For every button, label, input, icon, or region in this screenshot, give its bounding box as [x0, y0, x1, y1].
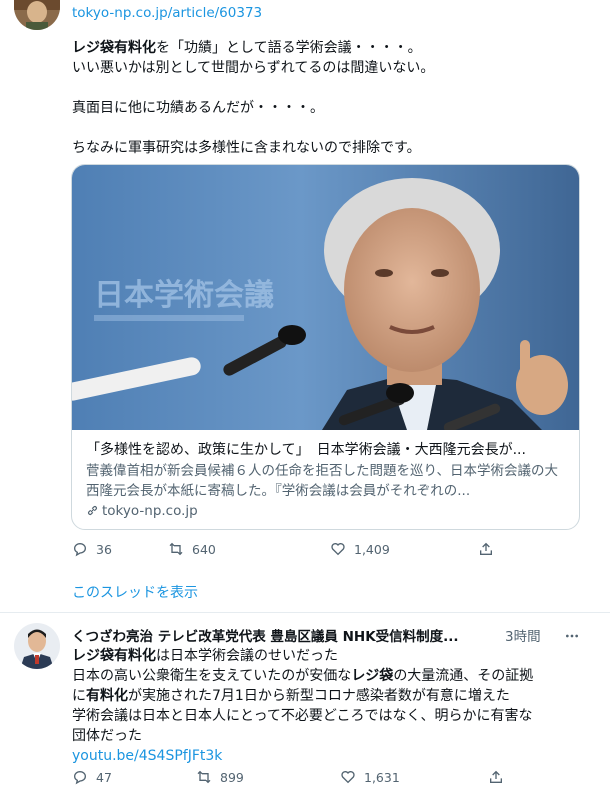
highlight-text: レジ袋有料化 [72, 648, 156, 664]
youtube-link[interactable]: youtu.be/4S4SPfJFt3k [72, 746, 533, 766]
share-button[interactable] [478, 541, 494, 557]
link-card[interactable]: 日本学術会議 「多様性を認め、政策に生かして」 日本学術会議・大西隆元会長が..… [71, 164, 580, 530]
tweet-line: 団体だった [72, 728, 142, 744]
tweet-text: レジ袋有料化は日本学術会議のせいだった 日本の高い公衆衛生を支えていたのが安価な… [72, 648, 534, 766]
reply-icon [73, 771, 86, 785]
tweet-line: ちなみに軍事研究は多様性に含まれないので排除です。 [72, 140, 421, 156]
highlight-text: 有料化 [86, 688, 128, 704]
card-domain: tokyo-np.co.jp [86, 503, 198, 519]
retweet-button[interactable]: 899 [196, 769, 244, 785]
card-description: 菅義偉首相が新会員候補６人の任命を拒否した問題を巡り、日本学術会議の大西隆元会長… [86, 463, 558, 499]
share-icon [490, 770, 502, 783]
heart-icon [331, 543, 345, 556]
highlight-text: レジ袋 [351, 668, 394, 684]
show-thread-link[interactable]: このスレッドを表示 [72, 582, 198, 602]
link-icon [87, 505, 98, 516]
reply-icon [73, 543, 86, 557]
retweet-button[interactable]: 640 [168, 541, 216, 557]
divider [0, 612, 610, 613]
tweet-line: いい悪いかは別として世間からずれてるのは間違いない。 [72, 60, 435, 76]
like-button[interactable]: 1,631 [340, 769, 400, 785]
article-link[interactable]: tokyo-np.co.jp/article/60373 [72, 3, 262, 23]
reply-button[interactable]: 47 [72, 769, 112, 785]
like-button[interactable]: 1,409 [330, 541, 390, 557]
highlight-text: レジ袋有料化 [72, 40, 156, 56]
retweet-icon [197, 770, 211, 784]
avatar[interactable] [14, 0, 60, 30]
tweet-line: 学術会議は日本と日本人にとって不必要どころではなく、明らかに有害な [72, 708, 533, 724]
heart-icon [341, 771, 355, 784]
retweet-icon [169, 542, 183, 556]
avatar[interactable] [14, 623, 60, 669]
tweet-text: レジ袋有料化を「功績」として語る学術会議・・・・。 いい悪いかは別として世間から… [72, 40, 435, 156]
share-icon [480, 542, 492, 555]
share-button[interactable] [488, 769, 504, 785]
tweet-line: 真面目に他に功績あるんだが・・・・。 [72, 100, 324, 116]
reply-button[interactable]: 36 [72, 541, 112, 557]
card-image: 日本学術会議 [72, 165, 579, 433]
timestamp[interactable]: 3時間 [505, 625, 541, 645]
card-title[interactable]: 「多様性を認め、政策に生かして」 日本学術会議・大西隆元会長が... [86, 439, 526, 459]
more-icon[interactable] [564, 628, 580, 644]
backdrop-sign: 日本学術会議 [94, 278, 274, 313]
